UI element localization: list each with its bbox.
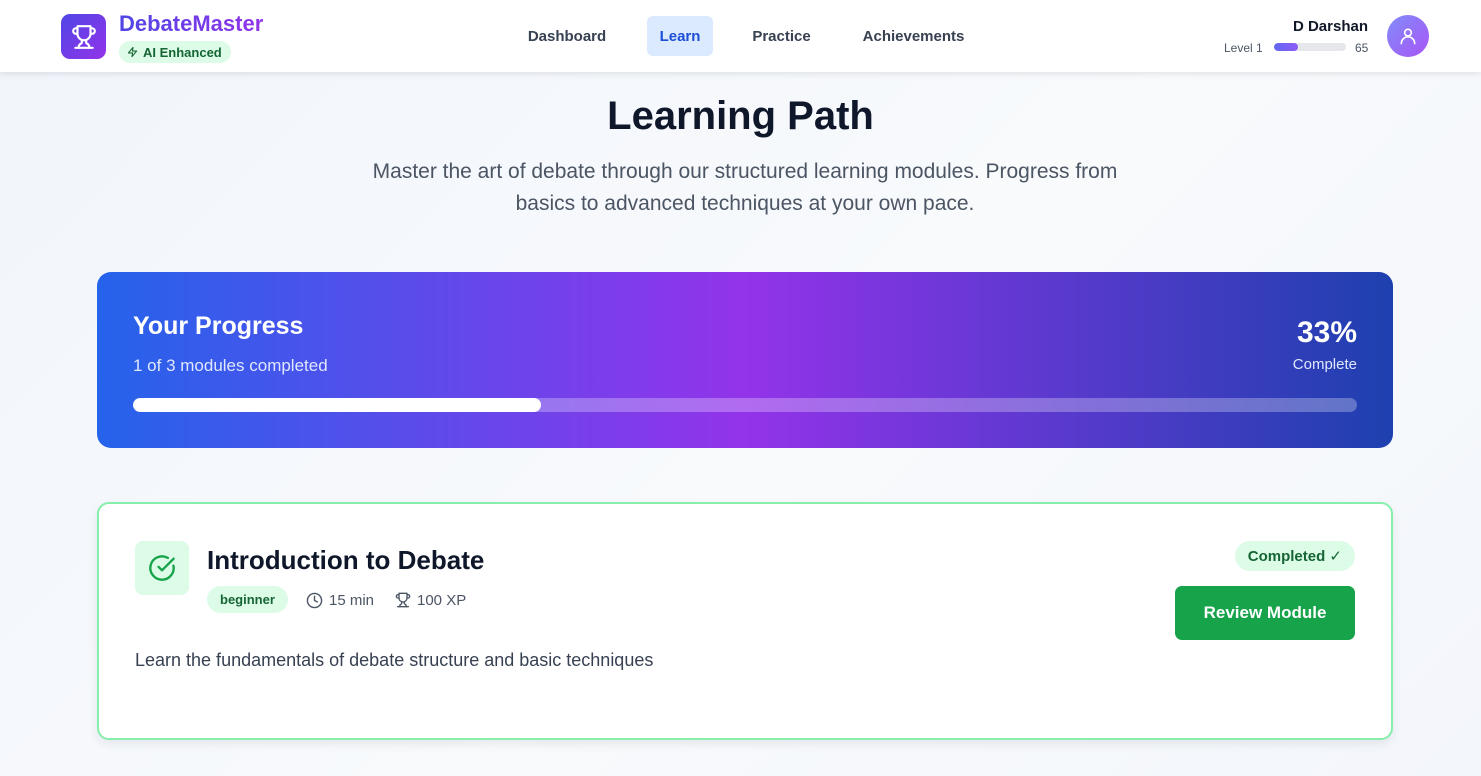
nav-dashboard[interactable]: Dashboard xyxy=(516,16,618,56)
ai-badge-label: AI Enhanced xyxy=(143,44,222,60)
progress-card: Your Progress 1 of 3 modules completed 3… xyxy=(97,272,1393,448)
xp-label: 100 XP xyxy=(417,591,467,609)
difficulty-badge: beginner xyxy=(207,586,288,613)
ai-enhanced-badge: AI Enhanced xyxy=(119,41,231,63)
module-status-icon xyxy=(135,541,189,595)
module-description: Learn the fundamentals of debate structu… xyxy=(135,650,654,670)
level-progress-bar xyxy=(1274,43,1346,51)
module-duration: 15 min xyxy=(306,590,374,610)
page-subtitle: Master the art of debate through our str… xyxy=(372,160,1118,215)
progress-bar-fill xyxy=(133,398,541,412)
user-xp: 65 xyxy=(1355,41,1369,55)
progress-bar xyxy=(133,398,1357,412)
brand-name: DebateMaster xyxy=(119,11,264,36)
progress-title: Your Progress xyxy=(133,312,304,340)
user-icon xyxy=(1400,28,1416,45)
module-card: Introduction to Debate beginner 15 min 1… xyxy=(97,502,1393,740)
lightning-icon xyxy=(127,46,138,58)
nav-achievements[interactable]: Achievements xyxy=(851,16,976,56)
progress-percent: 33% xyxy=(1296,316,1357,349)
trophy-icon xyxy=(71,24,96,49)
nav-learn[interactable]: Learn xyxy=(647,16,713,56)
module-xp: 100 XP xyxy=(395,590,466,610)
level-progress-fill xyxy=(1274,43,1298,51)
logo[interactable] xyxy=(61,14,106,59)
progress-subtitle: 1 of 3 modules completed xyxy=(133,356,328,375)
clock-icon xyxy=(306,592,323,608)
top-navbar: DebateMaster AI Enhanced Dashboard Learn… xyxy=(0,0,1481,72)
completed-badge: Completed ✓ xyxy=(1234,541,1355,571)
trophy-icon xyxy=(395,592,411,608)
avatar[interactable] xyxy=(1387,15,1429,57)
review-module-button[interactable]: Review Module xyxy=(1175,586,1355,640)
duration-label: 15 min xyxy=(329,591,375,609)
check-circle-icon xyxy=(149,555,175,581)
progress-complete-label: Complete xyxy=(1292,356,1357,373)
page-title: Learning Path xyxy=(607,94,874,138)
module-title: Introduction to Debate xyxy=(207,545,485,575)
nav-practice[interactable]: Practice xyxy=(741,16,822,56)
user-level: Level 1 xyxy=(1224,41,1263,55)
user-name: D Darshan xyxy=(1292,18,1368,35)
